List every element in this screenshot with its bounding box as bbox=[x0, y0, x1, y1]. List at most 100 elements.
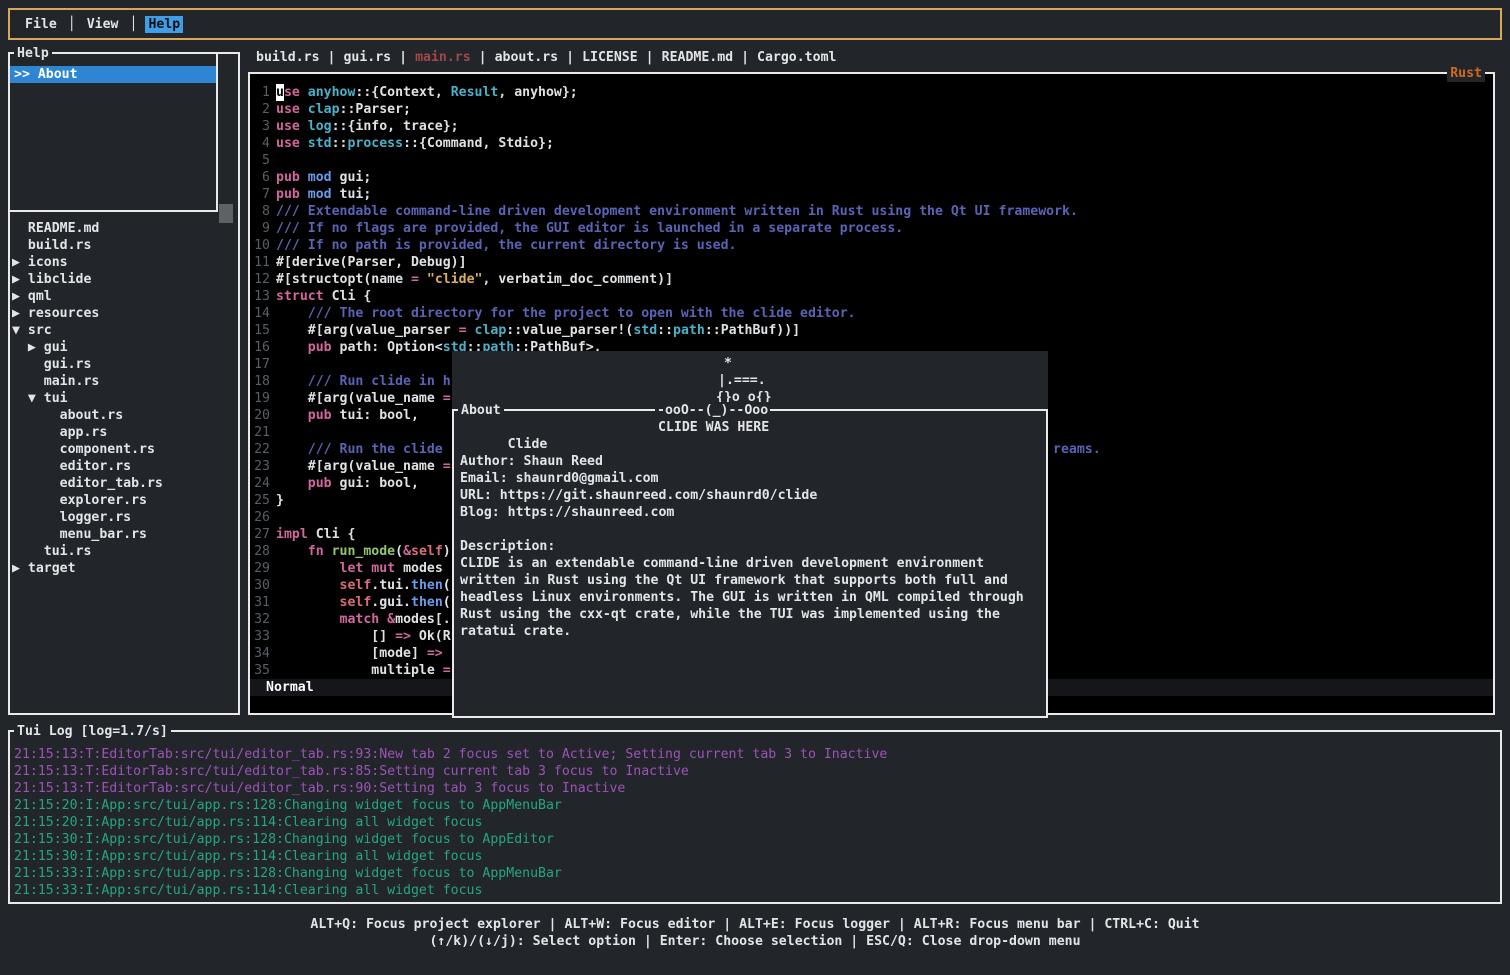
line-number: 8 bbox=[250, 203, 270, 220]
line-number: 1 bbox=[250, 84, 270, 101]
explorer-scrollbar-thumb[interactable] bbox=[219, 204, 233, 223]
tree-item-about-rs[interactable]: about.rs bbox=[12, 407, 236, 424]
line-number: 31 bbox=[250, 594, 270, 611]
line-number: 21 bbox=[250, 424, 270, 441]
log-line: 21:15:30:I:App:src/tui/app.rs:114:Cleari… bbox=[12, 848, 1498, 865]
tree-item-readme-md[interactable]: README.md bbox=[12, 220, 236, 237]
code-line[interactable]: 15 #[arg(value_parser = clap::value_pars… bbox=[250, 322, 1493, 339]
tree-item-explorer-rs[interactable]: explorer.rs bbox=[12, 492, 236, 509]
menu-separator: │ bbox=[68, 16, 76, 33]
log-line: 21:15:20:I:App:src/tui/app.rs:128:Changi… bbox=[12, 797, 1498, 814]
tab-separator: | bbox=[646, 50, 654, 65]
line-number: 15 bbox=[250, 322, 270, 339]
tree-item-resources[interactable]: ▶ resources bbox=[12, 305, 236, 322]
tab-about-rs[interactable]: about.rs bbox=[495, 50, 559, 65]
tab-separator: | bbox=[399, 50, 407, 65]
code-line[interactable]: 8/// Extendable command-line driven deve… bbox=[250, 203, 1493, 220]
code-line[interactable]: 10/// If no path is provided, the curren… bbox=[250, 237, 1493, 254]
line-number: 10 bbox=[250, 237, 270, 254]
line-number: 24 bbox=[250, 475, 270, 492]
line-number: 16 bbox=[250, 339, 270, 356]
line-number: 29 bbox=[250, 560, 270, 577]
ascii-art-border: -ooO--(_)--Ooo bbox=[655, 402, 770, 419]
tree-item-logger-rs[interactable]: logger.rs bbox=[12, 509, 236, 526]
tree-item-src[interactable]: ▼ src bbox=[12, 322, 236, 339]
code-line[interactable]: 9/// If no flags are provided, the GUI e… bbox=[250, 220, 1493, 237]
about-banner: CLIDE WAS HERE bbox=[658, 419, 769, 436]
tab-gui-rs[interactable]: gui.rs bbox=[343, 50, 391, 65]
ascii-art-line: |.===. bbox=[718, 372, 766, 389]
line-number: 22 bbox=[250, 441, 270, 458]
code-line[interactable]: 13struct Cli { bbox=[250, 288, 1493, 305]
about-popup-row: URL: https://git.shaunreed.com/shaunrd0/… bbox=[460, 487, 1046, 504]
about-popup-row: ratatui crate. bbox=[460, 623, 1046, 640]
code-line[interactable]: 11#[derive(Parser, Debug)] bbox=[250, 254, 1493, 271]
line-number: 14 bbox=[250, 305, 270, 322]
line-number: 9 bbox=[250, 220, 270, 237]
about-popup-row: Rust using the cxx-qt crate, while the T… bbox=[460, 606, 1046, 623]
tree-item-qml[interactable]: ▶ qml bbox=[12, 288, 236, 305]
tree-item-main-rs[interactable]: main.rs bbox=[12, 373, 236, 390]
tui-log-panel[interactable]: Tui Log [log=1.7/s] 21:15:13:T:EditorTab… bbox=[8, 730, 1502, 904]
code-line[interactable]: 2use clap::Parser; bbox=[250, 101, 1493, 118]
code-line[interactable]: 5 bbox=[250, 152, 1493, 169]
line-number: 35 bbox=[250, 662, 270, 679]
menu-separator: │ bbox=[129, 16, 137, 33]
line-number: 23 bbox=[250, 458, 270, 475]
code-line[interactable]: 12#[structopt(name = "clide", verbatim_d… bbox=[250, 271, 1493, 288]
line-number: 27 bbox=[250, 526, 270, 543]
code-line[interactable]: 6pub mod gui; bbox=[250, 169, 1493, 186]
shortcut-help-line-2: (↑/k)/(↓/j): Select option | Enter: Choo… bbox=[0, 933, 1510, 950]
tree-item-tui[interactable]: ▼ tui bbox=[12, 390, 236, 407]
about-popup-row: CLIDE is an extendable command-line driv… bbox=[460, 555, 1046, 572]
tab-separator: | bbox=[479, 50, 487, 65]
tree-item-libclide[interactable]: ▶ libclide bbox=[12, 271, 236, 288]
tree-item-icons[interactable]: ▶ icons bbox=[12, 254, 236, 271]
line-number: 12 bbox=[250, 271, 270, 288]
code-line[interactable]: 14 /// The root directory for the projec… bbox=[250, 305, 1493, 322]
tree-item-editor-rs[interactable]: editor.rs bbox=[12, 458, 236, 475]
line-number: 13 bbox=[250, 288, 270, 305]
menu-item-file[interactable]: File bbox=[22, 16, 60, 33]
tab-license[interactable]: LICENSE bbox=[582, 50, 638, 65]
tab-main-rs[interactable]: main.rs bbox=[415, 50, 471, 65]
about-popup-box: About -ooO--(_)--Ooo Clide CLIDE WAS HER… bbox=[452, 409, 1048, 718]
about-popup: *|.===.{}o o{} About -ooO--(_)--Ooo Clid… bbox=[452, 351, 1048, 718]
tree-item-build-rs[interactable]: build.rs bbox=[12, 237, 236, 254]
line-number: 25 bbox=[250, 492, 270, 509]
dropdown-item-about[interactable]: >> About bbox=[10, 66, 216, 83]
menu-bar: File │ View │ Help bbox=[8, 8, 1502, 40]
about-popup-row: Description: bbox=[460, 538, 1046, 555]
line-number: 17 bbox=[250, 356, 270, 373]
about-app-row: Clide CLIDE WAS HERE bbox=[460, 419, 1046, 436]
tab-build-rs[interactable]: build.rs bbox=[256, 50, 320, 65]
menu-item-help[interactable]: Help bbox=[145, 16, 183, 33]
log-line: 21:15:13:T:EditorTab:src/tui/editor_tab.… bbox=[12, 746, 1498, 763]
tree-item-gui[interactable]: ▶ gui bbox=[12, 339, 236, 356]
code-line[interactable]: 1use anyhow::{Context, Result, anyhow}; bbox=[250, 84, 1493, 101]
tree-item-app-rs[interactable]: app.rs bbox=[12, 424, 236, 441]
tab-cargo-toml[interactable]: Cargo.toml bbox=[757, 50, 836, 65]
menu-item-view[interactable]: View bbox=[84, 16, 122, 33]
code-line[interactable]: 7pub mod tui; bbox=[250, 186, 1493, 203]
tree-item-menu-bar-rs[interactable]: menu_bar.rs bbox=[12, 526, 236, 543]
file-tree: README.md build.rs▶ icons▶ libclide▶ qml… bbox=[12, 220, 236, 577]
code-line[interactable]: 3use log::{info, trace}; bbox=[250, 118, 1493, 135]
line-number: 3 bbox=[250, 118, 270, 135]
code-line[interactable]: 4use std::process::{Command, Stdio}; bbox=[250, 135, 1493, 152]
log-line: 21:15:20:I:App:src/tui/app.rs:114:Cleari… bbox=[12, 814, 1498, 831]
log-line: 21:15:33:I:App:src/tui/app.rs:114:Cleari… bbox=[12, 882, 1498, 899]
line-number: 26 bbox=[250, 509, 270, 526]
log-line: 21:15:13:T:EditorTab:src/tui/editor_tab.… bbox=[12, 763, 1498, 780]
line-number: 33 bbox=[250, 628, 270, 645]
tree-item-gui-rs[interactable]: gui.rs bbox=[12, 356, 236, 373]
tab-readme-md[interactable]: README.md bbox=[662, 50, 733, 65]
line-number: 30 bbox=[250, 577, 270, 594]
tree-item-editor-tab-rs[interactable]: editor_tab.rs bbox=[12, 475, 236, 492]
line-number: 5 bbox=[250, 152, 270, 169]
about-popup-row bbox=[460, 521, 1046, 538]
tree-item-component-rs[interactable]: component.rs bbox=[12, 441, 236, 458]
tree-item-target[interactable]: ▶ target bbox=[12, 560, 236, 577]
tree-item-tui-rs[interactable]: tui.rs bbox=[12, 543, 236, 560]
line-number: 20 bbox=[250, 407, 270, 424]
